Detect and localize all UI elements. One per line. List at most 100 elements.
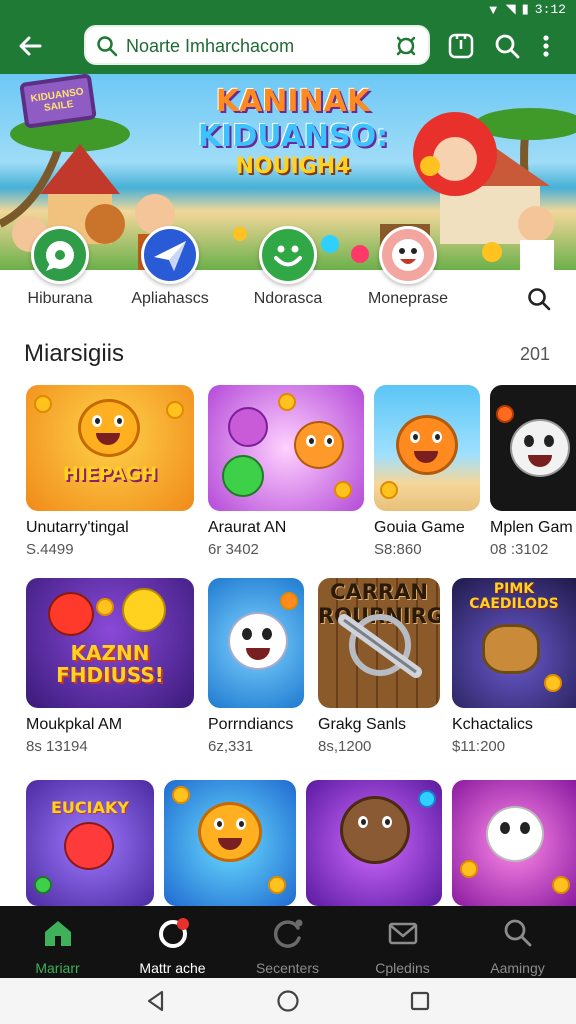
more-options-icon[interactable] <box>536 31 556 61</box>
nav-item-mail[interactable]: Cpledins <box>345 906 460 978</box>
app-name: Porrndiancs <box>208 716 294 733</box>
bottom-navigation: Mariarr Mattr ache Secenters Cpledins Aa… <box>0 906 576 978</box>
app-artwork <box>164 780 296 906</box>
app-bar: Noarte Imharchacom <box>0 18 576 74</box>
app-size: 08 :3102 <box>490 541 549 558</box>
app-artwork <box>208 385 364 511</box>
category-label: Apliahascs <box>131 290 209 307</box>
app-artwork: PIMK CAEDILODS <box>452 578 576 708</box>
games-icon <box>158 918 189 948</box>
category-item-ndorasca[interactable]: Ndorasca <box>228 226 348 318</box>
category-label: Ndorasca <box>253 290 323 307</box>
search-icon <box>504 919 531 947</box>
search-icon <box>97 36 118 57</box>
app-name: Araurat AN <box>208 519 287 536</box>
system-home-icon[interactable] <box>276 989 300 1013</box>
search-bar[interactable]: Noarte Imharchacom <box>84 25 430 65</box>
app-size: 8s,1200 <box>318 738 372 755</box>
app-tile[interactable] <box>452 780 576 906</box>
status-time: 3:12 <box>534 1 566 17</box>
app-tile[interactable]: PIMK CAEDILODS Kchactalics $11:200 <box>452 578 576 755</box>
nav-label: Mariarr <box>35 960 80 976</box>
mail-icon <box>388 922 417 945</box>
nav-item-refresh[interactable]: Secenters <box>230 906 345 978</box>
app-artwork <box>374 385 480 511</box>
search-icon[interactable] <box>492 31 522 61</box>
banner-title-line-3: NOUIGH4 <box>235 154 351 179</box>
app-tile[interactable]: EUCIAKY <box>26 780 154 906</box>
send-arrow-icon <box>141 226 199 284</box>
app-size: 6z,331 <box>208 738 254 755</box>
app-name: Unutarry'tingal <box>26 519 129 536</box>
status-bar: ▼ ◥ ▮ 3:12 <box>0 0 576 18</box>
app-tile[interactable] <box>306 780 442 906</box>
search-input[interactable]: Noarte Imharchacom <box>126 36 294 57</box>
app-size: $11:200 <box>452 738 506 755</box>
app-name: Gouia Game <box>374 519 465 536</box>
app-tile[interactable]: HIEPAGH Unutarry'tingal S.4499 <box>26 385 194 558</box>
app-size: 8s 13194 <box>26 738 88 755</box>
nav-label: Cpledins <box>375 960 430 976</box>
category-item-moneprase[interactable]: Moneprase <box>348 226 468 318</box>
chat-bubble-icon <box>31 226 89 284</box>
category-item-hiburana[interactable]: Hiburana <box>0 226 120 318</box>
system-recents-icon[interactable] <box>408 989 432 1013</box>
app-tile[interactable]: Mplen Gam 08 :3102 <box>490 385 576 558</box>
app-art-text: EUCIAKY <box>51 798 129 817</box>
cartoon-face-icon <box>379 226 437 284</box>
app-artwork: HIEPAGH <box>26 385 194 511</box>
app-tile[interactable]: KAZNN FHDIUSS! Moukpkal AM 8s 13194 <box>26 578 194 755</box>
nav-item-games[interactable]: Mattr ache <box>115 906 230 978</box>
system-back-icon[interactable] <box>144 989 168 1013</box>
category-row: Hiburana Apliahascs Ndorasca Moneprase <box>0 226 576 318</box>
category-item-apliahascs[interactable]: Apliahascs <box>110 226 230 318</box>
app-art-text: KAZNN FHDIUSS! <box>56 641 164 687</box>
app-tile[interactable]: Araurat AN 6r 3402 <box>208 385 364 558</box>
app-artwork: KAZNN FHDIUSS! <box>26 578 194 708</box>
app-name: Moukpkal AM <box>26 716 123 733</box>
wrench-icon <box>338 614 422 678</box>
banner-title-line-1: KANINAK <box>215 84 371 119</box>
refresh-icon <box>273 919 302 948</box>
app-name: Mplen Gam <box>490 519 573 536</box>
wifi-icon: ◥ <box>505 1 516 16</box>
nav-item-search[interactable]: Aamingy <box>460 906 575 978</box>
back-arrow-icon[interactable] <box>14 30 46 62</box>
category-search-icon[interactable] <box>526 286 552 312</box>
app-art-text: HIEPAGH <box>62 463 158 485</box>
nav-label: Mattr ache <box>139 960 206 976</box>
category-label: Moneprase <box>367 290 449 307</box>
app-tile[interactable]: CARRAN ROURNIRGY Grakg Sanls 8s,1200 <box>318 578 440 755</box>
app-artwork <box>208 578 304 708</box>
banner-title-line-2: KIDUANSO: <box>197 119 389 154</box>
nav-label: Secenters <box>255 960 320 976</box>
voice-search-icon[interactable] <box>394 34 418 58</box>
app-artwork <box>306 780 442 906</box>
section-count: 201 <box>519 344 550 364</box>
battery-icon: ▮ <box>521 1 529 16</box>
smiley-icon <box>259 226 317 284</box>
nav-label: Aamingy <box>490 960 545 976</box>
banner-title: KANINAK KIDUANSO: NOUIGH4 <box>178 84 408 179</box>
home-icon <box>44 921 71 946</box>
category-label: Hiburana <box>27 290 93 307</box>
app-size: 6r 3402 <box>208 541 259 558</box>
notifications-icon[interactable] <box>446 31 476 61</box>
signal-icon: ▼ <box>486 1 500 17</box>
app-tile[interactable] <box>164 780 296 906</box>
status-icons: ▼ ◥ ▮ 3:12 <box>487 1 566 17</box>
app-name: Kchactalics <box>452 716 533 733</box>
app-artwork: CARRAN ROURNIRGY <box>318 578 440 708</box>
app-art-text: PIMK CAEDILODS <box>469 581 559 612</box>
system-navigation-bar <box>0 978 576 1024</box>
app-size: S8:860 <box>374 541 422 558</box>
app-artwork <box>490 385 576 511</box>
section-title: Miarsigiis <box>24 340 125 367</box>
app-tile[interactable]: Porrndiancs 6z,331 <box>208 578 304 755</box>
app-tile[interactable]: Gouia Game S8:860 <box>374 385 480 558</box>
app-size: S.4499 <box>26 541 74 558</box>
app-artwork: EUCIAKY <box>26 780 154 906</box>
app-name: Grakg Sanls <box>318 716 407 733</box>
nav-item-home[interactable]: Mariarr <box>0 906 115 978</box>
app-artwork <box>452 780 576 906</box>
